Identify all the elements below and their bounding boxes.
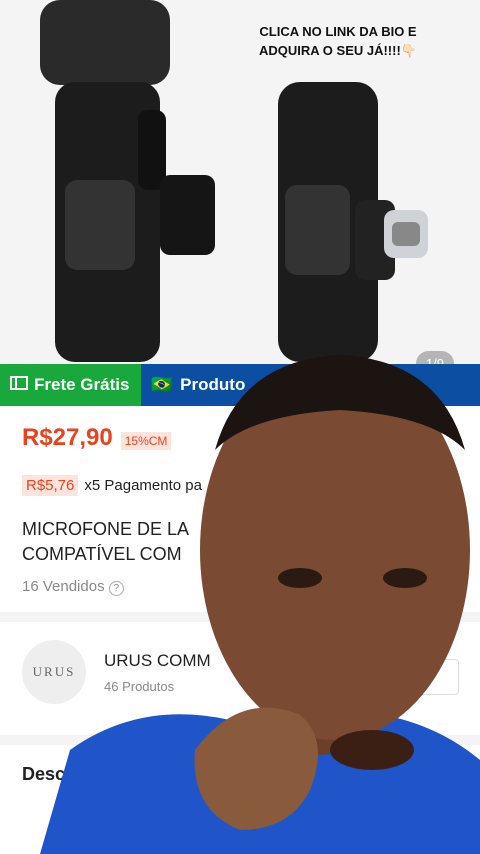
product-image-carousel[interactable]: CLICA NO LINK DA BIO E ADQUIRA O SEU JÁ!… xyxy=(0,0,480,365)
overlay-caption: CLICA NO LINK DA BIO E ADQUIRA O SEU JÁ!… xyxy=(259,24,417,58)
presenter-overlay xyxy=(40,355,480,854)
